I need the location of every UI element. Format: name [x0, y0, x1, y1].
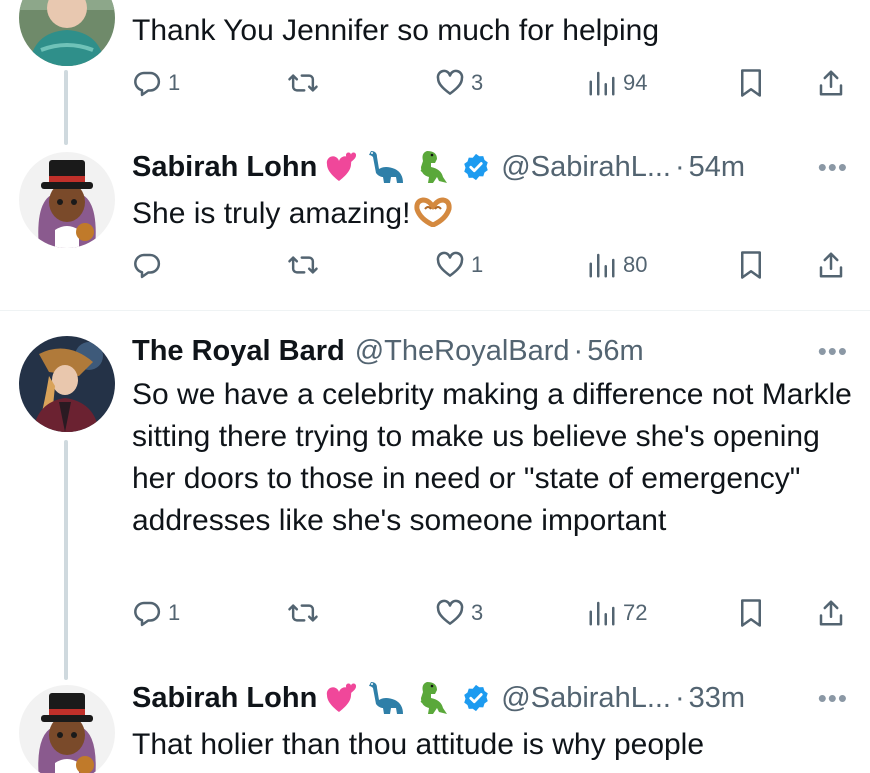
timestamp[interactable]: 56m [587, 333, 643, 369]
handle[interactable]: @SabirahL... [501, 149, 671, 185]
heart-emoji [325, 151, 359, 183]
views-count: 94 [623, 70, 648, 95]
tweet-actions: 1 80 [132, 250, 852, 284]
like-icon [436, 251, 464, 277]
like-count: 3 [471, 70, 484, 95]
tweet-actions: 1 3 72 [132, 598, 852, 632]
reply-count: 1 [168, 70, 181, 95]
views-count: 80 [623, 252, 648, 277]
views-button[interactable]: 80 [587, 250, 647, 280]
bookmark-button[interactable] [737, 250, 765, 280]
reply-button[interactable] [132, 250, 168, 280]
share-icon [819, 600, 843, 626]
views-button[interactable]: 94 [587, 68, 647, 98]
handle[interactable]: @TheRoyalBard [355, 333, 570, 369]
display-name[interactable]: Sabirah Lohn [132, 149, 317, 185]
reply-icon [134, 71, 161, 97]
tweet-header: Sabirah Lohn @SabirahL... · 33m [132, 680, 745, 716]
like-count: 3 [471, 600, 484, 625]
like-button[interactable]: 1 [435, 250, 483, 280]
retweet-icon [288, 74, 318, 92]
like-button[interactable]: 3 [435, 598, 483, 628]
views-icon [589, 253, 615, 278]
more-icon[interactable]: ••• [818, 336, 848, 367]
thread-line [64, 70, 68, 145]
retweet-button[interactable] [287, 598, 325, 628]
heart-emoji [325, 682, 359, 714]
reply-button[interactable]: 1 [132, 598, 180, 628]
share-icon [819, 252, 843, 278]
tweet-header: The Royal Bard @TheRoyalBard · 56m [132, 333, 644, 369]
share-button[interactable] [816, 68, 846, 98]
views-icon [589, 601, 615, 626]
retweet-icon [288, 604, 318, 622]
bookmark-button[interactable] [737, 68, 765, 98]
avatar[interactable] [19, 685, 115, 773]
like-icon [436, 599, 464, 625]
tweet-header: Sabirah Lohn @SabirahL... · 54m [132, 149, 745, 185]
tweet-separator [0, 310, 870, 311]
more-icon[interactable]: ••• [818, 152, 848, 183]
display-name[interactable]: Sabirah Lohn [132, 680, 317, 716]
display-name[interactable]: The Royal Bard [132, 333, 345, 369]
bookmark-icon [741, 599, 761, 627]
thread-line [64, 440, 68, 680]
separator-dot: · [675, 151, 685, 183]
views-count: 72 [623, 600, 648, 625]
verified-badge-icon [461, 152, 491, 182]
tweet-text: So we have a celebrity making a differen… [132, 378, 852, 537]
views-button[interactable]: 72 [587, 598, 647, 628]
separator-dot: · [675, 682, 685, 714]
timestamp[interactable]: 33m [689, 680, 745, 716]
tweet-text-content: She is truly amazing! [132, 197, 411, 230]
reply-icon [134, 253, 161, 279]
tweet-text: Thank You Jennifer so much for helping [132, 14, 660, 47]
heart-hands-emoji [414, 197, 453, 239]
share-button[interactable] [816, 250, 846, 280]
views-icon [589, 71, 615, 96]
tweet-actions: 1 3 94 [132, 68, 852, 102]
t-rex-emoji [413, 680, 449, 716]
reply-icon [134, 601, 161, 627]
like-count: 1 [471, 252, 484, 277]
separator-dot: · [573, 335, 584, 367]
retweet-button[interactable] [287, 250, 325, 280]
t-rex-emoji [413, 149, 449, 185]
tweet-text: She is truly amazing! [132, 193, 857, 239]
avatar[interactable] [19, 152, 115, 248]
share-icon [819, 70, 843, 96]
verified-badge-icon [461, 683, 491, 713]
like-button[interactable]: 3 [435, 68, 483, 98]
timestamp[interactable]: 54m [689, 149, 745, 185]
avatar[interactable] [19, 0, 115, 66]
bookmark-icon [741, 69, 761, 97]
bookmark-button[interactable] [737, 598, 765, 628]
like-icon [436, 69, 464, 95]
retweet-button[interactable] [287, 68, 325, 98]
handle[interactable]: @SabirahL... [501, 680, 671, 716]
sauropod-emoji [367, 149, 405, 185]
tweet-text: That holier than thou attitude is why pe… [132, 728, 705, 761]
more-icon[interactable]: ••• [818, 683, 848, 714]
bookmark-icon [741, 251, 761, 279]
reply-button[interactable]: 1 [132, 68, 180, 98]
sauropod-emoji [367, 680, 405, 716]
avatar[interactable] [19, 336, 115, 432]
retweet-icon [288, 256, 318, 274]
reply-count: 1 [168, 600, 181, 625]
share-button[interactable] [816, 598, 846, 628]
